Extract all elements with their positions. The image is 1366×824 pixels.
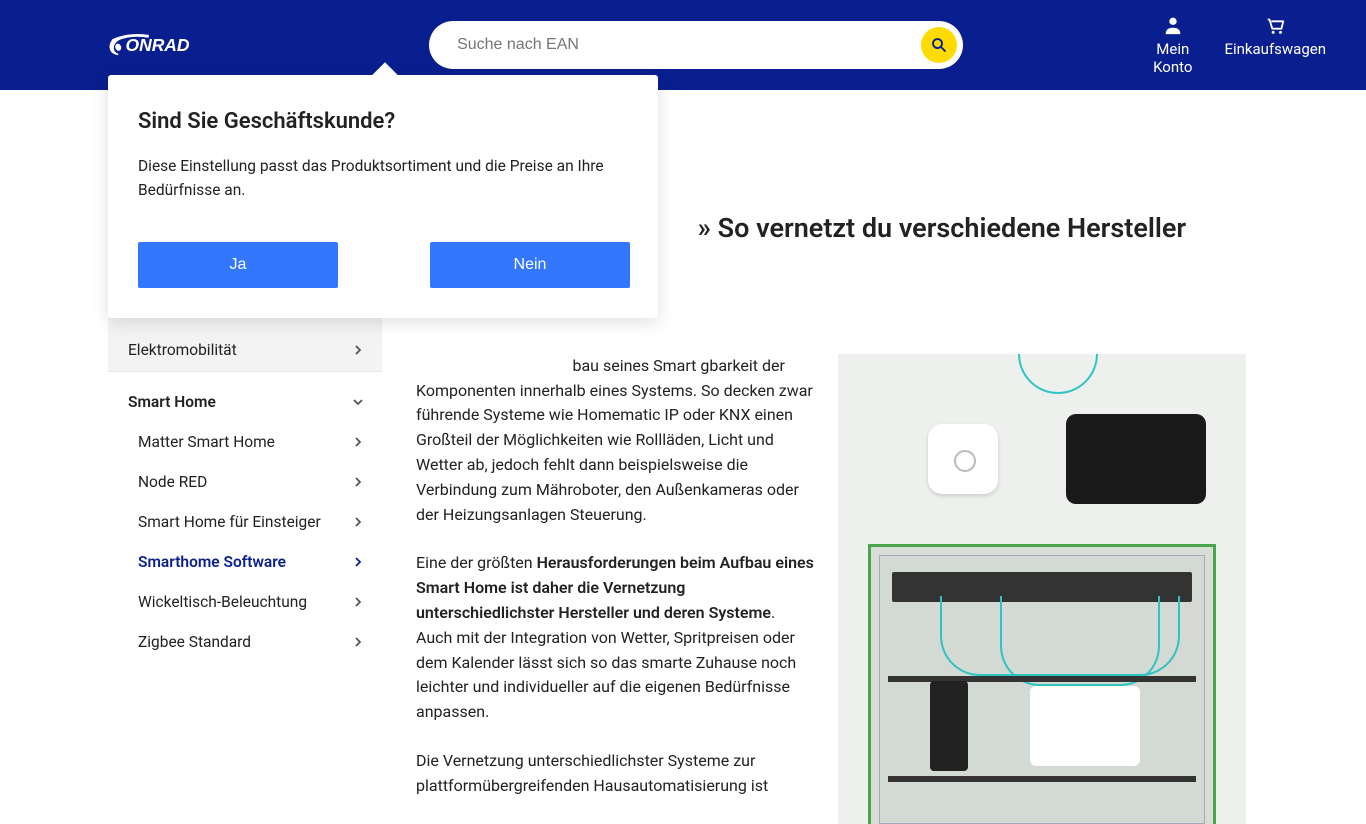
sidebar-item-label: Zigbee Standard (138, 632, 251, 652)
sidebar-item-label: Smart Home (128, 392, 216, 412)
sidebar-item-smarthome-software[interactable]: Smarthome Software (108, 542, 382, 582)
cart-label: Einkaufswagen (1224, 40, 1326, 58)
popover-title: Sind Sie Geschäftskunde? (138, 109, 628, 134)
chevron-right-icon (352, 476, 364, 488)
search-icon (930, 36, 948, 54)
sidebar-item-label: Smart Home für Einsteiger (138, 512, 321, 532)
sidebar-item-label: Matter Smart Home (138, 432, 275, 452)
cart-link[interactable]: Einkaufswagen (1224, 14, 1326, 76)
header-right: Mein Konto Einkaufswagen (1153, 14, 1326, 76)
article-text: Wer sich mit dem Auf bau seines Smart gb… (416, 354, 814, 824)
user-icon (1162, 14, 1184, 36)
svg-text:ONRAD: ONRAD (125, 35, 189, 55)
chevron-down-icon (352, 396, 364, 408)
sidebar-item-label: Node RED (138, 472, 207, 492)
article: Wer sich mit dem Auf bau seines Smart gb… (416, 354, 1246, 824)
search-button[interactable] (921, 27, 957, 63)
chevron-right-icon (352, 596, 364, 608)
sidebar-item-wickeltisch[interactable]: Wickeltisch-Beleuchtung (108, 582, 382, 622)
popover-no-button[interactable]: Nein (430, 242, 630, 288)
paragraph-3: Die Vernetzung unterschiedlichster Syste… (416, 749, 814, 799)
cart-icon (1264, 14, 1286, 36)
paragraph-2: Eine der größten Herausforderungen beim … (416, 551, 814, 725)
sidebar-item-zigbee[interactable]: Zigbee Standard (108, 622, 382, 662)
sidebar-item-einsteiger[interactable]: Smart Home für Einsteiger (108, 502, 382, 542)
chevron-right-icon (352, 636, 364, 648)
business-customer-popover: Sind Sie Geschäftskunde? Diese Einstellu… (108, 75, 658, 318)
account-link[interactable]: Mein Konto (1153, 14, 1192, 76)
account-label: Mein Konto (1153, 40, 1192, 76)
sidebar-item-label: Smarthome Software (138, 552, 286, 572)
chevron-right-icon (352, 516, 364, 528)
popover-yes-button[interactable]: Ja (138, 242, 338, 288)
chevron-right-icon (352, 436, 364, 448)
chevron-right-icon (352, 556, 364, 568)
sidebar-item-label: Wickeltisch-Beleuchtung (138, 592, 307, 612)
search-input[interactable] (429, 21, 963, 69)
sidebar-item-node-red[interactable]: Node RED (108, 462, 382, 502)
sidebar-item-smart-home[interactable]: Smart Home (108, 372, 382, 422)
hub-device-1 (928, 424, 998, 494)
hub-device-2 (1066, 414, 1206, 504)
popover-text: Diese Einstellung passt das Produktsorti… (138, 154, 628, 202)
chevron-right-icon (352, 344, 364, 356)
search-wrap (429, 21, 963, 69)
sidebar-item-matter[interactable]: Matter Smart Home (108, 422, 382, 462)
paragraph-1: Wer sich mit dem Auf bau seines Smart gb… (416, 354, 814, 528)
network-rack (868, 544, 1216, 824)
popover-buttons: Ja Nein (138, 242, 628, 288)
sidebar-item-label: Elektromobilität (128, 340, 237, 360)
logo[interactable]: ONRAD (108, 23, 239, 67)
conrad-logo-icon: ONRAD (108, 29, 239, 61)
sidebar-item-elektromobilitaet[interactable]: Elektromobilität (108, 330, 382, 370)
article-image (838, 354, 1246, 824)
